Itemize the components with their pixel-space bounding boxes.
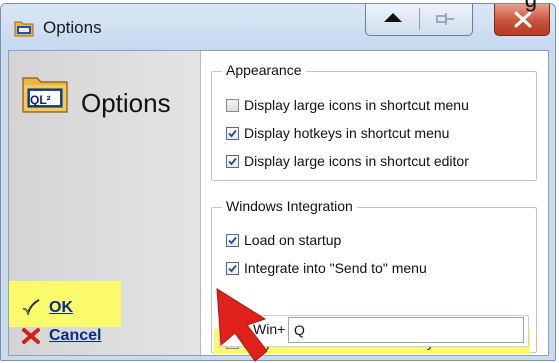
title-button-group xyxy=(365,4,473,36)
option-large-icons-editor[interactable]: Display large icons in shortcut editor xyxy=(226,151,469,171)
collapse-button[interactable] xyxy=(366,4,419,35)
checkbox-checked[interactable] xyxy=(226,233,239,247)
close-button[interactable] xyxy=(494,4,550,36)
close-icon xyxy=(514,11,532,28)
red-pointer-arrow-icon xyxy=(216,288,268,362)
checkbox-checked[interactable] xyxy=(226,154,239,168)
checkmark-icon xyxy=(22,299,40,316)
left-panel: QL² Options OK Cancel xyxy=(9,51,201,355)
checkmark-icon xyxy=(228,129,237,137)
windows-integration-legend: Windows Integration xyxy=(222,198,357,214)
option-label: Integrate into "Send to" menu xyxy=(244,260,427,276)
option-label: Display large icons in shortcut menu xyxy=(244,97,469,113)
option-label: Display hotkeys in shortcut menu xyxy=(244,125,450,141)
option-large-icons-menu[interactable]: Display large icons in shortcut menu xyxy=(226,95,469,115)
checkbox-checked[interactable] xyxy=(226,261,239,275)
app-folder-icon xyxy=(14,21,34,37)
cancel-button[interactable]: Cancel xyxy=(21,325,101,347)
panel-heading: Options xyxy=(81,88,171,118)
partial-caption-text: g xyxy=(525,0,537,11)
ql2-icon-label: QL² xyxy=(30,93,51,107)
option-load-on-startup[interactable]: Load on startup xyxy=(226,230,341,250)
option-label: Display large icons in shortcut editor xyxy=(244,153,469,169)
checkmark-icon xyxy=(228,236,237,244)
appearance-legend: Appearance xyxy=(222,62,306,78)
ok-label: OK xyxy=(49,299,73,316)
pin-icon xyxy=(436,13,454,25)
option-label: Load on startup xyxy=(244,232,342,248)
appearance-group: Appearance Display large icons in shortc… xyxy=(211,62,537,181)
hotkey-input[interactable] xyxy=(288,317,524,343)
up-arrow-icon xyxy=(384,13,402,22)
checkbox-unchecked[interactable] xyxy=(226,98,239,112)
cancel-label: Cancel xyxy=(49,327,102,344)
option-send-to-menu[interactable]: Integrate into "Send to" menu xyxy=(226,258,427,278)
pin-button[interactable] xyxy=(420,4,472,35)
checkmark-icon xyxy=(228,264,237,272)
checkbox-checked[interactable] xyxy=(226,126,239,140)
window-title: Options xyxy=(43,18,102,37)
title-bar[interactable]: Options xyxy=(1,4,555,50)
checkmark-icon xyxy=(228,157,237,165)
ok-button[interactable]: OK xyxy=(21,297,73,319)
red-x-icon xyxy=(22,328,40,344)
option-hotkeys-menu[interactable]: Display hotkeys in shortcut menu xyxy=(226,123,449,143)
